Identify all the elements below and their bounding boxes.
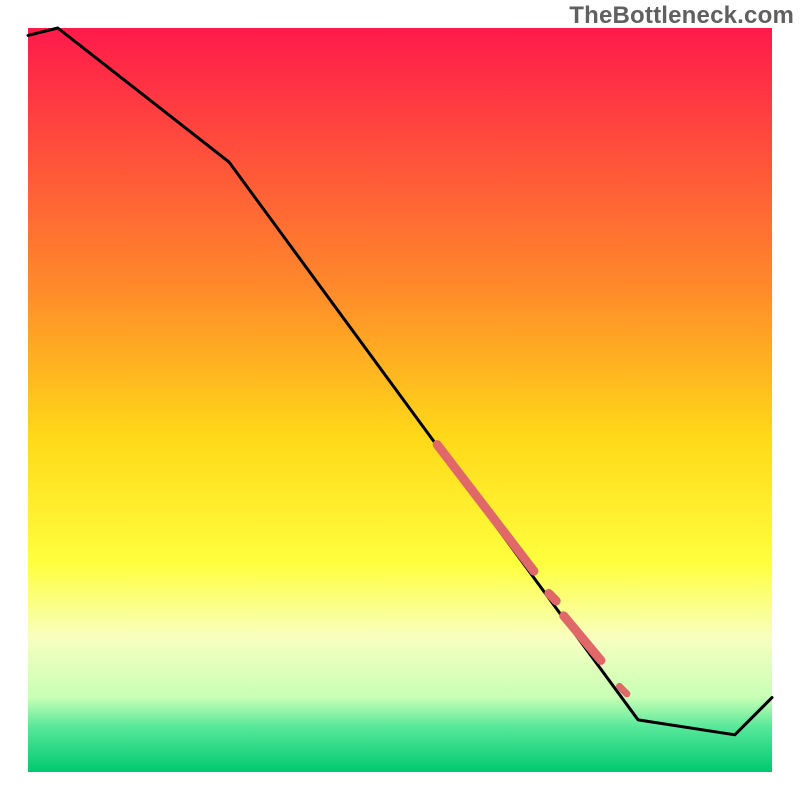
- chart-stage: TheBottleneck.com: [0, 0, 800, 800]
- attribution-text: TheBottleneck.com: [569, 2, 794, 30]
- highlight-segment-1: [549, 593, 556, 601]
- bottleneck-chart: [0, 0, 800, 800]
- gradient-background: [28, 28, 772, 772]
